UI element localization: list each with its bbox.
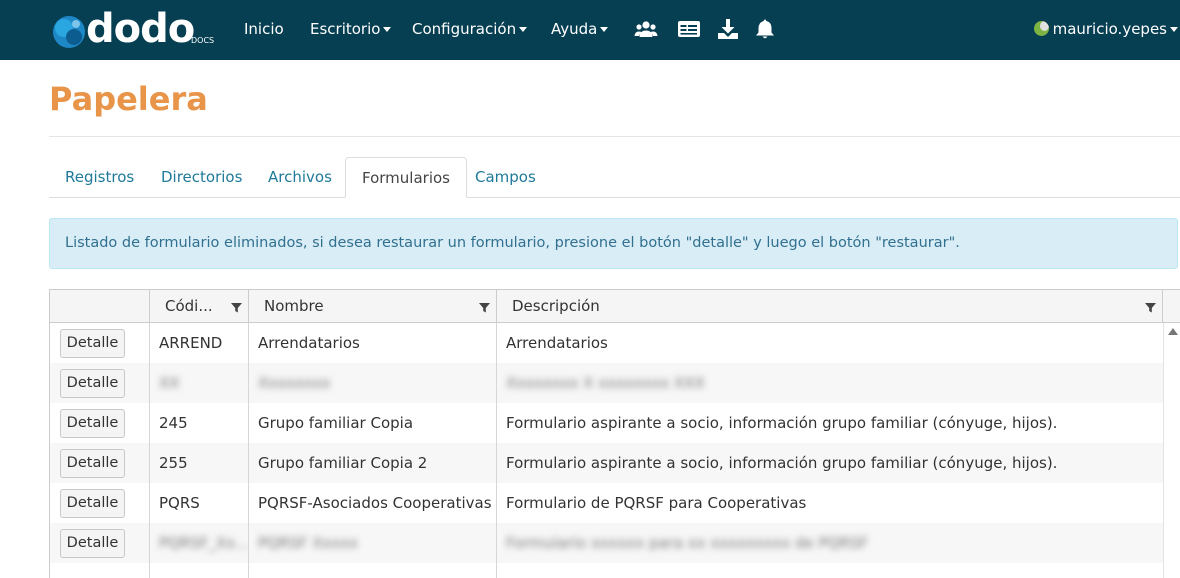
detalle-button[interactable]: Detalle: [60, 529, 125, 558]
cell-codigo: [150, 563, 249, 578]
cell-descripcion: Arrendatarios: [506, 334, 608, 352]
cell-nombre: PQRSF-Asociados Cooperativas: [249, 483, 497, 523]
nav-ayuda[interactable]: Ayuda: [551, 0, 609, 60]
cell-codigo: 245: [150, 403, 249, 443]
top-navbar: dodo DOCS Inicio Escritorio Configuració…: [0, 0, 1180, 60]
cell-descripcion: Formulario aspirante a socio, informació…: [506, 454, 1058, 472]
cell-nombre: Grupo familiar Copia: [249, 403, 497, 443]
caret-down-icon: [1170, 27, 1178, 32]
tab-bar: Registros Directorios Archivos Formulari…: [49, 157, 1180, 198]
user-menu[interactable]: mauricio.yepes: [1033, 0, 1178, 60]
redacted-text: Xxxxxxxx X xxxxxxxx XXX: [506, 374, 705, 392]
row-actions: Detalle: [50, 363, 150, 403]
tab-formularios[interactable]: Formularios: [345, 157, 467, 198]
bell-icon[interactable]: [753, 18, 777, 40]
filter-icon[interactable]: [231, 302, 242, 313]
cell-descripcion: Formulario de PQRSF para Cooperativas: [506, 494, 807, 512]
nav-escritorio-label: Escritorio: [310, 20, 381, 38]
info-alert: Listado de formulario eliminados, si des…: [49, 218, 1178, 269]
table-row: Detalle PQRSF_Xx... PQRSF Xxxxx Formular…: [50, 523, 1163, 563]
header-codigo[interactable]: Códi...: [150, 290, 249, 323]
brand-name: dodo: [86, 6, 195, 52]
row-actions: Detalle: [50, 443, 150, 483]
cell-nombre: [249, 563, 497, 578]
filter-icon[interactable]: [479, 302, 490, 313]
cell-descripcion: [497, 563, 1163, 578]
table-row: Detalle ARREND Arrendatarios Arrendatari…: [50, 323, 1163, 363]
table-row: [50, 563, 1163, 578]
vertical-scrollbar[interactable]: [1163, 323, 1180, 578]
cell-nombre: Grupo familiar Copia 2: [249, 443, 497, 483]
scroll-up-arrow-icon[interactable]: [1168, 328, 1178, 335]
globe-icon: [1033, 21, 1049, 36]
table-row: Detalle 255 Grupo familiar Copia 2 Formu…: [50, 443, 1163, 483]
nav-configuracion-label: Configuración: [412, 20, 517, 38]
cell-nombre: PQRSF Xxxxx: [249, 523, 497, 563]
brand-sub: DOCS: [191, 36, 215, 45]
table-row: Detalle XX Xxxxxxxx Xxxxxxxx X xxxxxxxx …: [50, 363, 1163, 403]
tab-archivos[interactable]: Archivos: [252, 157, 348, 198]
header-nombre-label: Nombre: [264, 297, 324, 315]
tab-campos[interactable]: Campos: [459, 157, 552, 198]
table-row: Detalle 245 Grupo familiar Copia Formula…: [50, 403, 1163, 443]
users-icon[interactable]: [634, 18, 658, 40]
cell-nombre: Arrendatarios: [249, 323, 497, 363]
header-descripcion-label: Descripción: [512, 297, 600, 315]
cell-codigo: ARREND: [150, 323, 249, 363]
id-card-icon[interactable]: [677, 18, 701, 40]
tab-registros[interactable]: Registros: [49, 157, 150, 198]
dodo-logo[interactable]: dodo DOCS: [50, 6, 220, 52]
cell-codigo: 255: [150, 443, 249, 483]
redacted-text: Xxxxxxxx: [258, 374, 331, 392]
nav-ayuda-label: Ayuda: [551, 20, 598, 38]
header-codigo-label: Códi...: [165, 297, 213, 315]
detalle-button[interactable]: Detalle: [60, 409, 125, 438]
header-scroll-spacer: [1163, 290, 1180, 323]
grid-header: Códi... Nombre Descripción: [50, 290, 1180, 323]
table-row: Detalle PQRS PQRSF-Asociados Cooperativa…: [50, 483, 1163, 523]
caret-down-icon: [383, 27, 392, 32]
redacted-text: PQRSF_Xx...: [159, 534, 249, 552]
nav-configuracion[interactable]: Configuración: [412, 0, 528, 60]
download-icon[interactable]: [716, 18, 740, 40]
user-name: mauricio.yepes: [1052, 20, 1167, 38]
caret-down-icon: [519, 27, 528, 32]
nav-inicio-label: Inicio: [244, 20, 284, 38]
detalle-button[interactable]: Detalle: [60, 329, 125, 358]
row-actions: Detalle: [50, 403, 150, 443]
row-actions: Detalle: [50, 523, 150, 563]
tab-directorios[interactable]: Directorios: [145, 157, 258, 198]
redacted-text: Formulario xxxxxx para xx xxxxxxxxx de P…: [506, 534, 868, 552]
cell-descripcion: Formulario aspirante a socio, informació…: [506, 414, 1058, 432]
logo-mark-icon: [53, 16, 85, 48]
deleted-forms-grid: Códi... Nombre Descripción Detalle ARREN…: [49, 289, 1180, 578]
redacted-text: XX: [159, 374, 180, 392]
filter-icon[interactable]: [1145, 302, 1156, 313]
cell-descripcion: Xxxxxxxx X xxxxxxxx XXX: [497, 363, 1163, 403]
row-actions: Detalle: [50, 323, 150, 363]
redacted-text: PQRSF Xxxxx: [258, 534, 358, 552]
caret-down-icon: [600, 27, 609, 32]
header-descripcion[interactable]: Descripción: [497, 290, 1163, 323]
detalle-button[interactable]: Detalle: [60, 489, 125, 518]
cell-codigo: PQRS: [150, 483, 249, 523]
detalle-button[interactable]: Detalle: [60, 449, 125, 478]
cell-descripcion: Formulario xxxxxx para xx xxxxxxxxx de P…: [497, 523, 1163, 563]
title-divider: [49, 136, 1180, 137]
row-actions: [50, 563, 150, 578]
cell-codigo: XX: [150, 363, 249, 403]
header-actions: [50, 290, 150, 323]
page-title: Papelera: [49, 80, 208, 118]
cell-codigo: PQRSF_Xx...: [150, 523, 249, 563]
detalle-button[interactable]: Detalle: [60, 369, 125, 398]
nav-escritorio[interactable]: Escritorio: [310, 0, 392, 60]
row-actions: Detalle: [50, 483, 150, 523]
header-nombre[interactable]: Nombre: [249, 290, 497, 323]
nav-inicio[interactable]: Inicio: [244, 0, 284, 60]
cell-nombre: Xxxxxxxx: [249, 363, 497, 403]
